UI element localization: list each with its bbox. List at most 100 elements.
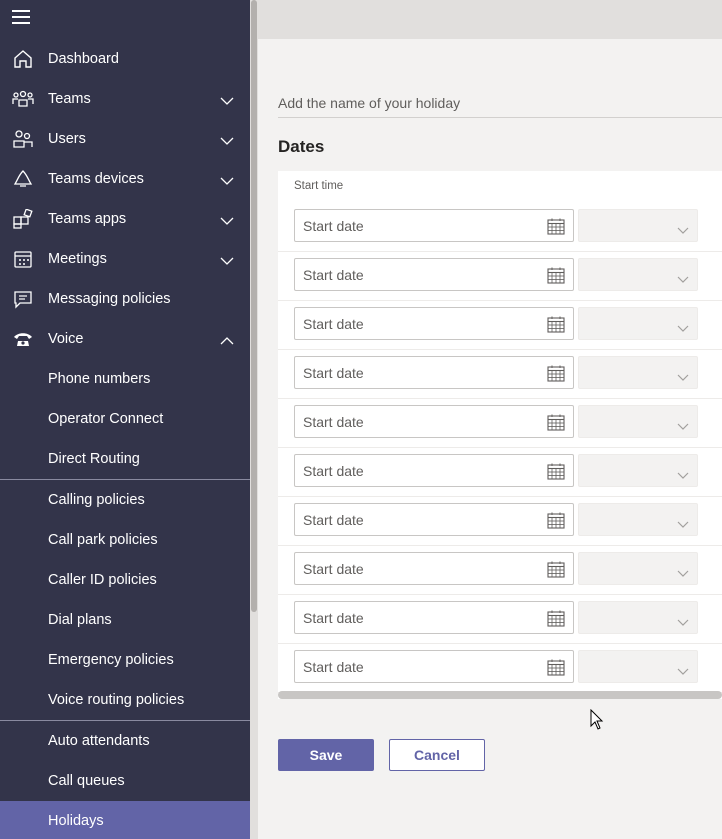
start-time-dropdown[interactable] <box>578 552 698 585</box>
start-time-dropdown[interactable] <box>578 258 698 291</box>
start-time-dropdown[interactable] <box>578 454 698 487</box>
date-row: Start date <box>278 399 722 448</box>
date-row: Start date <box>278 546 722 595</box>
sidebar-item-label: Emergency policies <box>48 652 174 668</box>
calendar-icon[interactable] <box>547 218 565 235</box>
sidebar-item-direct-routing[interactable]: Direct Routing <box>0 439 250 479</box>
sidebar-item-phone-numbers[interactable]: Phone numbers <box>0 359 250 399</box>
calendar-icon[interactable] <box>547 610 565 627</box>
start-date-picker[interactable]: Start date <box>294 650 574 683</box>
start-date-picker[interactable]: Start date <box>294 356 574 389</box>
chevron-down-icon <box>677 663 689 675</box>
start-date-placeholder: Start date <box>303 512 364 528</box>
sidebar-item-label: Auto attendants <box>48 733 150 749</box>
start-time-dropdown[interactable] <box>578 503 698 536</box>
sidebar-item-label: Dial plans <box>48 612 112 628</box>
start-date-placeholder: Start date <box>303 659 364 675</box>
sidebar-item-voice-routing-policies[interactable]: Voice routing policies <box>0 680 250 720</box>
calendar-icon[interactable] <box>547 659 565 676</box>
start-time-dropdown[interactable] <box>578 650 698 683</box>
chevron-down-icon[interactable] <box>220 173 234 185</box>
sidebar-item-voice[interactable]: Voice <box>0 319 250 359</box>
calendar-icon[interactable] <box>547 414 565 431</box>
start-date-placeholder: Start date <box>303 316 364 332</box>
sidebar-item-dashboard[interactable]: Dashboard <box>0 39 250 79</box>
dates-table: Start time Start date Start date Start dat… <box>278 171 722 699</box>
start-date-picker[interactable]: Start date <box>294 552 574 585</box>
start-date-placeholder: Start date <box>303 218 364 234</box>
start-date-picker[interactable]: Start date <box>294 405 574 438</box>
save-button[interactable]: Save <box>278 739 374 771</box>
sidebar-item-label: Call queues <box>48 773 125 789</box>
sidebar-item-caller-id-policies[interactable]: Caller ID policies <box>0 560 250 600</box>
sidebar-item-meetings[interactable]: Meetings <box>0 239 250 279</box>
calendar-icon[interactable] <box>547 316 565 333</box>
sidebar-item-emergency-policies[interactable]: Emergency policies <box>0 640 250 680</box>
calendar-icon[interactable] <box>547 463 565 480</box>
sidebar-item-dial-plans[interactable]: Dial plans <box>0 600 250 640</box>
bell-device-icon <box>12 169 34 189</box>
sidebar-item-label: Caller ID policies <box>48 572 157 588</box>
sidebar-item-label: Messaging policies <box>48 291 171 307</box>
sidebar-item-label: Users <box>48 131 86 147</box>
start-time-dropdown[interactable] <box>578 405 698 438</box>
sidebar-item-label: Voice <box>48 331 84 347</box>
start-date-picker[interactable]: Start date <box>294 454 574 487</box>
start-time-column-header: Start time <box>294 180 344 192</box>
sidebar-item-operator-connect[interactable]: Operator Connect <box>0 399 250 439</box>
start-date-picker[interactable]: Start date <box>294 209 574 242</box>
chevron-down-icon <box>677 565 689 577</box>
calendar-icon[interactable] <box>547 561 565 578</box>
chevron-down-icon[interactable] <box>220 133 234 145</box>
mouse-cursor-icon <box>590 709 604 730</box>
start-date-picker[interactable]: Start date <box>294 307 574 340</box>
calendar-icon[interactable] <box>547 267 565 284</box>
sidebar-item-label: Direct Routing <box>48 451 140 467</box>
sidebar-item-users[interactable]: Users <box>0 119 250 159</box>
start-time-dropdown[interactable] <box>578 209 698 242</box>
holiday-form: Dates Start time Start dateStart dateSta… <box>258 39 722 839</box>
start-time-dropdown[interactable] <box>578 356 698 389</box>
hamburger-menu-icon[interactable] <box>12 10 32 28</box>
chevron-down-icon[interactable] <box>220 213 234 225</box>
calendar-icon[interactable] <box>547 365 565 382</box>
sidebar-item-teams[interactable]: Teams <box>0 79 250 119</box>
chevron-down-icon <box>677 467 689 479</box>
sidebar-item-teams-devices[interactable]: Teams devices <box>0 159 250 199</box>
start-date-placeholder: Start date <box>303 365 364 381</box>
sidebar-item-teams-apps[interactable]: Teams apps <box>0 199 250 239</box>
start-date-picker[interactable]: Start date <box>294 601 574 634</box>
start-date-placeholder: Start date <box>303 414 364 430</box>
top-bar <box>258 0 722 39</box>
start-time-dropdown[interactable] <box>578 601 698 634</box>
start-date-picker[interactable]: Start date <box>294 503 574 536</box>
cancel-button[interactable]: Cancel <box>389 739 485 771</box>
start-date-placeholder: Start date <box>303 561 364 577</box>
chevron-down-icon <box>677 418 689 430</box>
chevron-down-icon <box>677 369 689 381</box>
sidebar-item-label: Teams <box>48 91 91 107</box>
sidebar-item-call-queues[interactable]: Call queues <box>0 761 250 801</box>
sidebar-item-label: Phone numbers <box>48 371 151 387</box>
left-nav-sidebar: Dashboard Teams Users Teams devices Teams ap… <box>0 0 250 839</box>
dates-heading: Dates <box>278 137 325 156</box>
chevron-down-icon[interactable] <box>220 253 234 265</box>
phone-icon <box>12 329 34 349</box>
message-icon <box>12 289 34 309</box>
dates-horizontal-scrollbar[interactable] <box>278 691 722 699</box>
date-row: Start date <box>278 203 722 252</box>
chevron-down-icon[interactable] <box>220 93 234 105</box>
sidebar-item-label: Teams devices <box>48 171 144 187</box>
start-date-picker[interactable]: Start date <box>294 258 574 291</box>
sidebar-item-label: Calling policies <box>48 492 145 508</box>
start-time-dropdown[interactable] <box>578 307 698 340</box>
sidebar-item-holidays[interactable]: Holidays <box>0 801 250 839</box>
chevron-up-icon[interactable] <box>220 333 234 345</box>
holiday-name-input[interactable] <box>278 88 722 118</box>
sidebar-item-auto-attendants[interactable]: Auto attendants <box>0 721 250 761</box>
sidebar-item-call-park-policies[interactable]: Call park policies <box>0 520 250 560</box>
calendar-icon[interactable] <box>547 512 565 529</box>
sidebar-item-calling-policies[interactable]: Calling policies <box>0 480 250 520</box>
sidebar-scrollbar-thumb[interactable] <box>251 0 257 612</box>
sidebar-item-messaging-policies[interactable]: Messaging policies <box>0 279 250 319</box>
